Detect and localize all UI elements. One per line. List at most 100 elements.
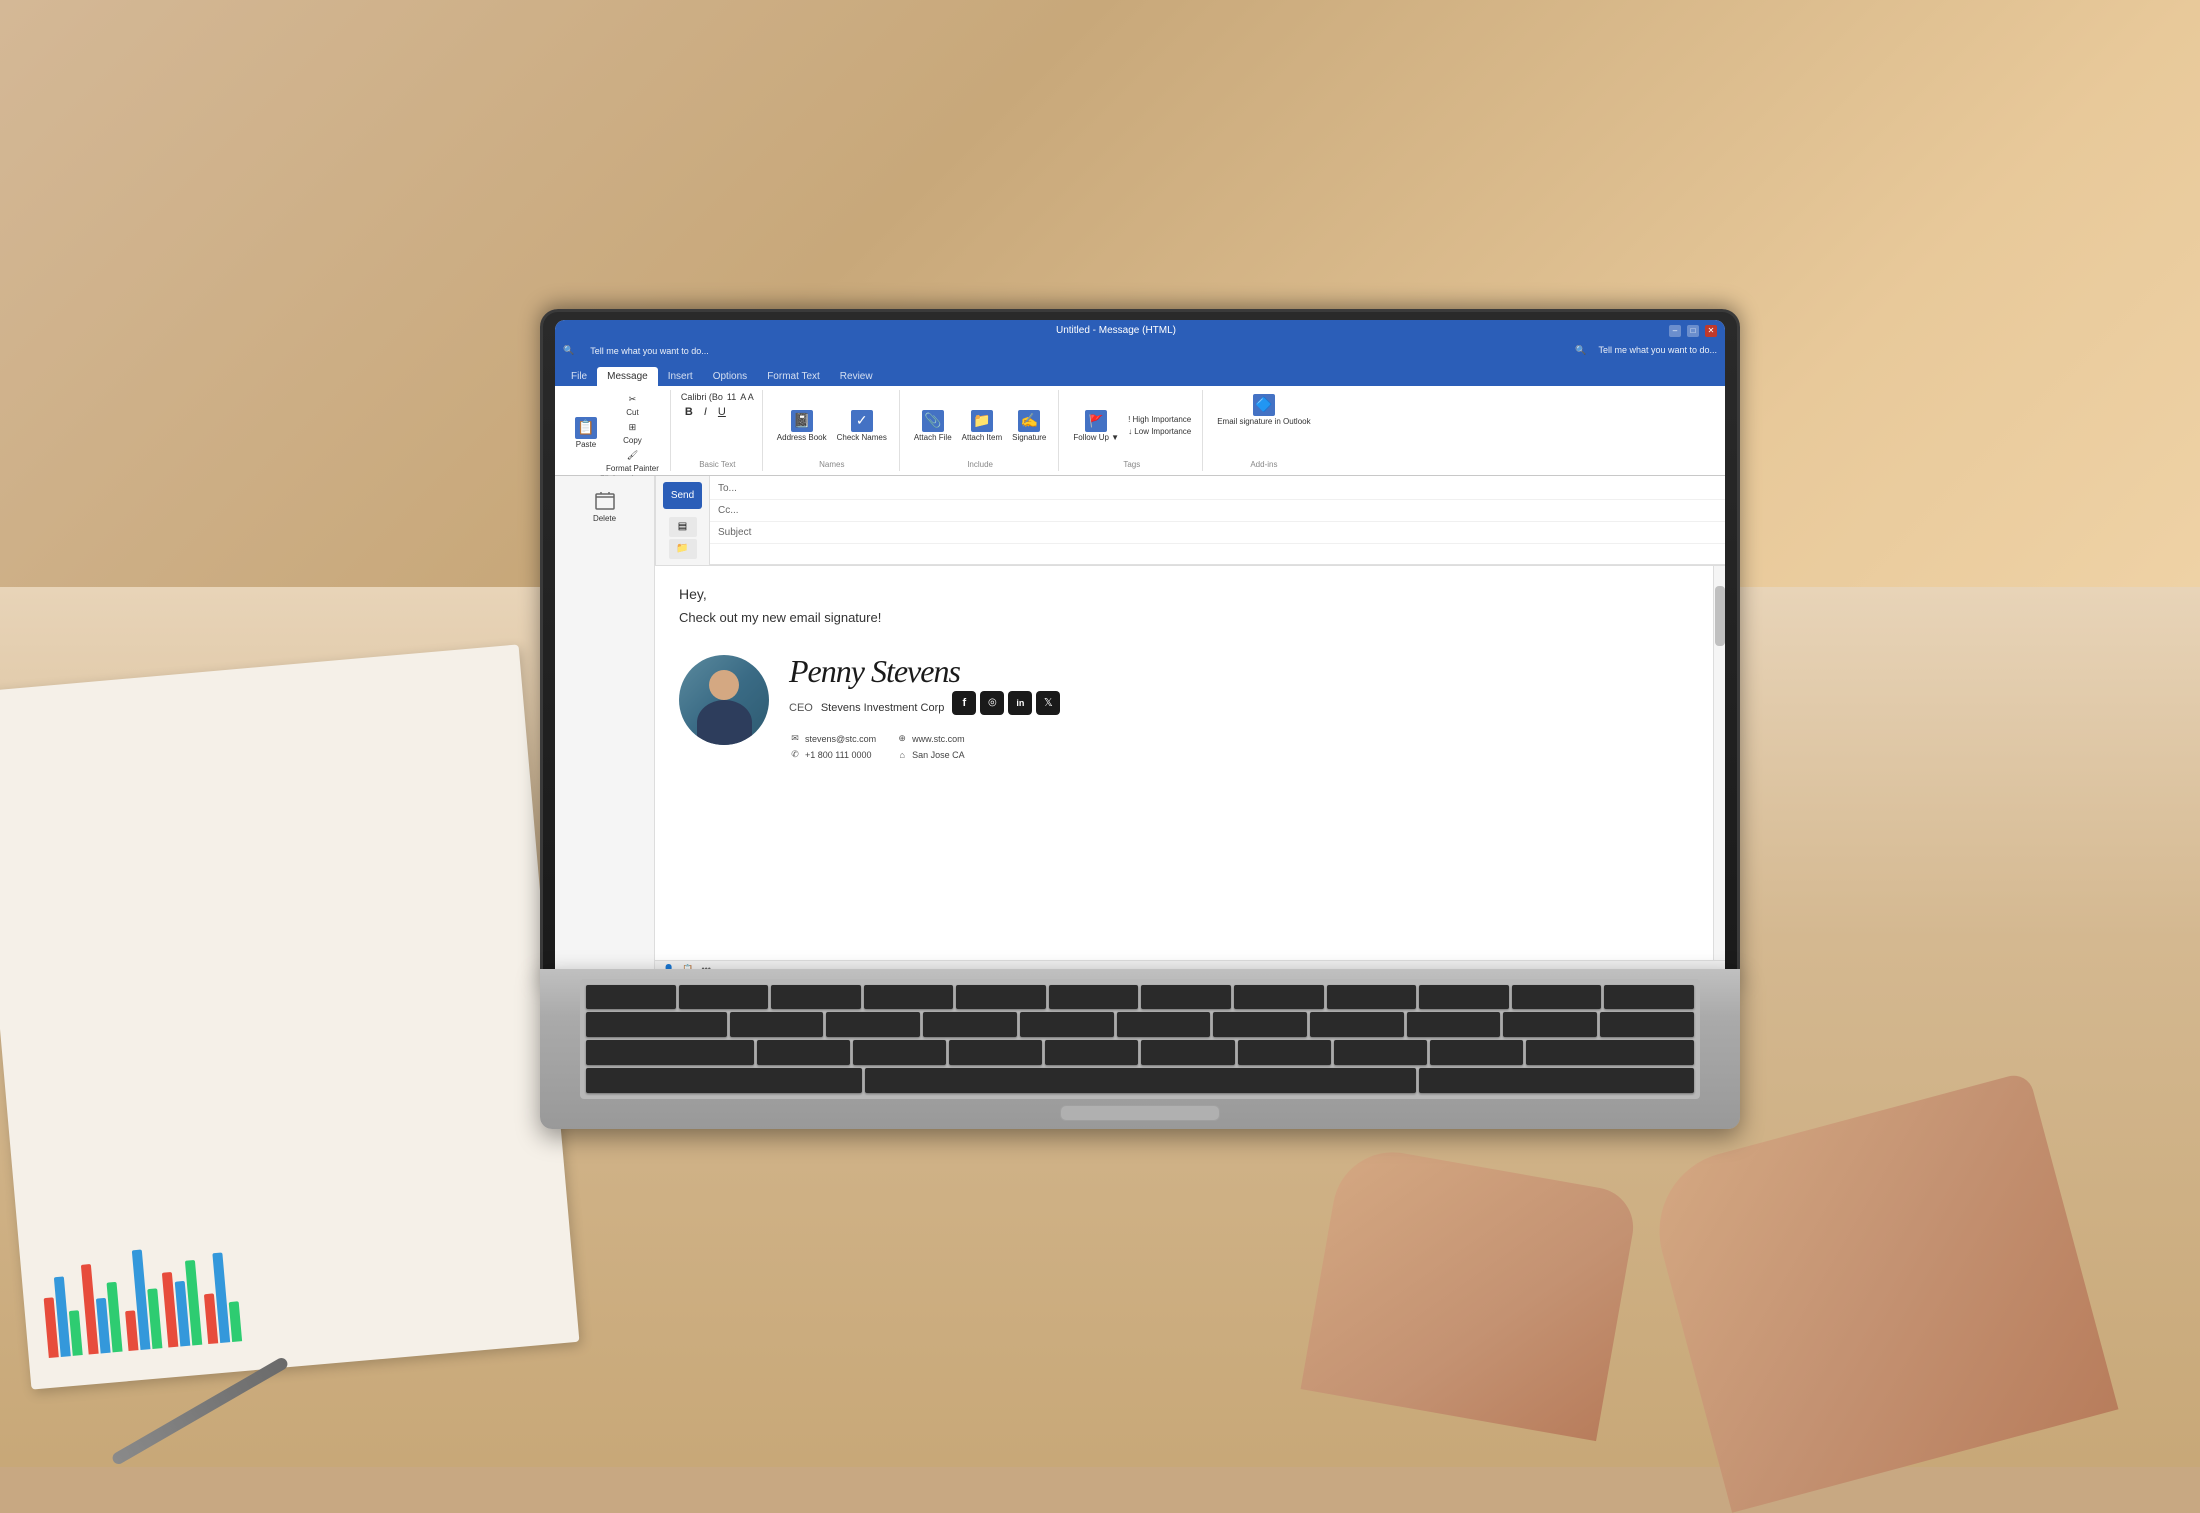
laptop-keyboard-base <box>540 969 1740 1129</box>
key[interactable] <box>1234 985 1324 1010</box>
search-placeholder-2[interactable]: Tell me what you want to do... <box>1598 345 1717 356</box>
tab-review[interactable]: Review <box>830 367 883 386</box>
window-controls: – □ ✕ <box>1669 325 1717 337</box>
attach-item-button[interactable]: 📁 Attach Item <box>958 408 1006 444</box>
key[interactable] <box>730 1012 824 1037</box>
minimize-button[interactable]: – <box>1669 325 1681 337</box>
email-body[interactable]: Hey, Check out my new email signature! <box>655 566 1725 960</box>
send-sub-1[interactable]: ▤ <box>669 517 697 537</box>
twitter-icon[interactable]: 𝕏 <box>1036 691 1060 715</box>
key[interactable] <box>1503 1012 1597 1037</box>
key[interactable] <box>586 1068 862 1093</box>
font-size-controls: A A <box>740 392 754 402</box>
instagram-icon[interactable]: ◎ <box>980 691 1004 715</box>
underline-button[interactable]: U <box>714 404 730 420</box>
scrollbar-thumb[interactable] <box>1715 586 1725 646</box>
key[interactable] <box>586 985 676 1010</box>
key[interactable] <box>1604 985 1694 1010</box>
key[interactable] <box>586 1040 754 1065</box>
key-row-1 <box>586 985 1694 1010</box>
screen-bezel: Untitled - Message (HTML) – □ ✕ 🔍 Tell m… <box>555 320 1725 978</box>
office-addins-button[interactable]: 🔷 Email signature in Outlook <box>1213 392 1314 428</box>
key[interactable] <box>1407 1012 1501 1037</box>
key[interactable] <box>1141 985 1231 1010</box>
low-importance-button[interactable]: ↓ Low Importance <box>1125 426 1194 437</box>
cc-label: Cc... <box>718 505 748 516</box>
contact-email: ✉ stevens@stc.com <box>789 733 876 745</box>
send-sub-2[interactable]: 📁 <box>669 539 697 559</box>
tab-message[interactable]: Message <box>597 367 658 386</box>
close-button[interactable]: ✕ <box>1705 325 1717 337</box>
signature-company: Stevens Investment Corp <box>821 702 945 714</box>
tab-file[interactable]: File <box>561 367 597 386</box>
key[interactable] <box>1141 1040 1234 1065</box>
key[interactable] <box>1238 1040 1331 1065</box>
window-title: Untitled - Message (HTML) <box>563 325 1669 336</box>
addins-label: Add-ins <box>1213 460 1314 469</box>
key[interactable] <box>1419 1068 1695 1093</box>
cut-icon: ✂ <box>625 393 639 407</box>
email-icon: ✉ <box>789 733 801 745</box>
key[interactable] <box>1045 1040 1138 1065</box>
check-names-button[interactable]: ✓ Check Names <box>833 408 891 444</box>
bold-button[interactable]: B <box>681 404 697 420</box>
delete-button[interactable]: Delete <box>561 482 648 529</box>
signature-block: Penny Stevens CEO Stevens Investment Cor… <box>679 645 1701 771</box>
outlook-search-bar: 🔍 Tell me what you want to do... 🔍 Tell … <box>555 342 1725 360</box>
key[interactable] <box>949 1040 1042 1065</box>
follow-up-button[interactable]: 🚩 Follow Up ▼ <box>1069 408 1123 444</box>
to-field-row: To... <box>710 478 1725 500</box>
key[interactable] <box>757 1040 850 1065</box>
cut-button[interactable]: ✂ Cut <box>603 392 662 418</box>
signature-button[interactable]: ✍ Signature <box>1008 408 1050 444</box>
scrollbar[interactable] <box>1713 566 1725 960</box>
key[interactable] <box>1213 1012 1307 1037</box>
key-row-3 <box>586 1040 1694 1065</box>
key[interactable] <box>1512 985 1602 1010</box>
tab-format-text[interactable]: Format Text <box>757 367 830 386</box>
key[interactable] <box>1310 1012 1404 1037</box>
key-row-4 <box>586 1068 1694 1093</box>
key[interactable] <box>956 985 1046 1010</box>
key[interactable] <box>679 985 769 1010</box>
key[interactable] <box>853 1040 946 1065</box>
key[interactable] <box>826 1012 920 1037</box>
key[interactable] <box>1419 985 1509 1010</box>
high-importance-button[interactable]: ! High Importance <box>1125 414 1194 425</box>
attach-file-button[interactable]: 📎 Attach File <box>910 408 956 444</box>
ribbon-tabs: File Message Insert Options Format Text … <box>555 360 1725 386</box>
maximize-button[interactable]: □ <box>1687 325 1699 337</box>
attach-item-icon: 📁 <box>971 410 993 432</box>
key[interactable] <box>1430 1040 1523 1065</box>
trackpad[interactable] <box>1060 1105 1220 1121</box>
key[interactable] <box>1334 1040 1427 1065</box>
address-fields: To... Cc... Subject <box>710 476 1725 565</box>
paste-button[interactable]: 📋 Paste <box>571 415 601 451</box>
paste-icon: 📋 <box>575 417 597 439</box>
key[interactable] <box>1327 985 1417 1010</box>
address-book-button[interactable]: 📓 Address Book <box>773 408 831 444</box>
key[interactable] <box>1117 1012 1211 1037</box>
key[interactable] <box>1600 1012 1694 1037</box>
ribbon-group-addins: 🔷 Email signature in Outlook Add-ins <box>1205 390 1322 471</box>
search-placeholder[interactable]: Tell me what you want to do... <box>590 346 709 356</box>
italic-button[interactable]: I <box>700 404 711 420</box>
send-button[interactable]: Send <box>663 482 702 509</box>
key[interactable] <box>771 985 861 1010</box>
key[interactable] <box>586 1012 727 1037</box>
facebook-icon[interactable]: f <box>952 691 976 715</box>
copy-button[interactable]: ⊞ Copy <box>603 420 662 446</box>
tab-insert[interactable]: Insert <box>658 367 703 386</box>
key[interactable] <box>1020 1012 1114 1037</box>
key[interactable] <box>923 1012 1017 1037</box>
key[interactable] <box>1049 985 1139 1010</box>
left-panel: Delete <box>555 476 655 978</box>
spacebar[interactable] <box>865 1068 1416 1093</box>
key[interactable] <box>1526 1040 1694 1065</box>
key[interactable] <box>864 985 954 1010</box>
tab-options[interactable]: Options <box>703 367 757 386</box>
linkedin-icon[interactable]: in <box>1008 691 1032 715</box>
format-painter-button[interactable]: 🖌 Format Painter <box>603 448 662 474</box>
font-name: Calibri (Bo <box>681 392 723 402</box>
ribbon-group-tags: 🚩 Follow Up ▼ ! High Importance ↓ Low Im… <box>1061 390 1203 471</box>
